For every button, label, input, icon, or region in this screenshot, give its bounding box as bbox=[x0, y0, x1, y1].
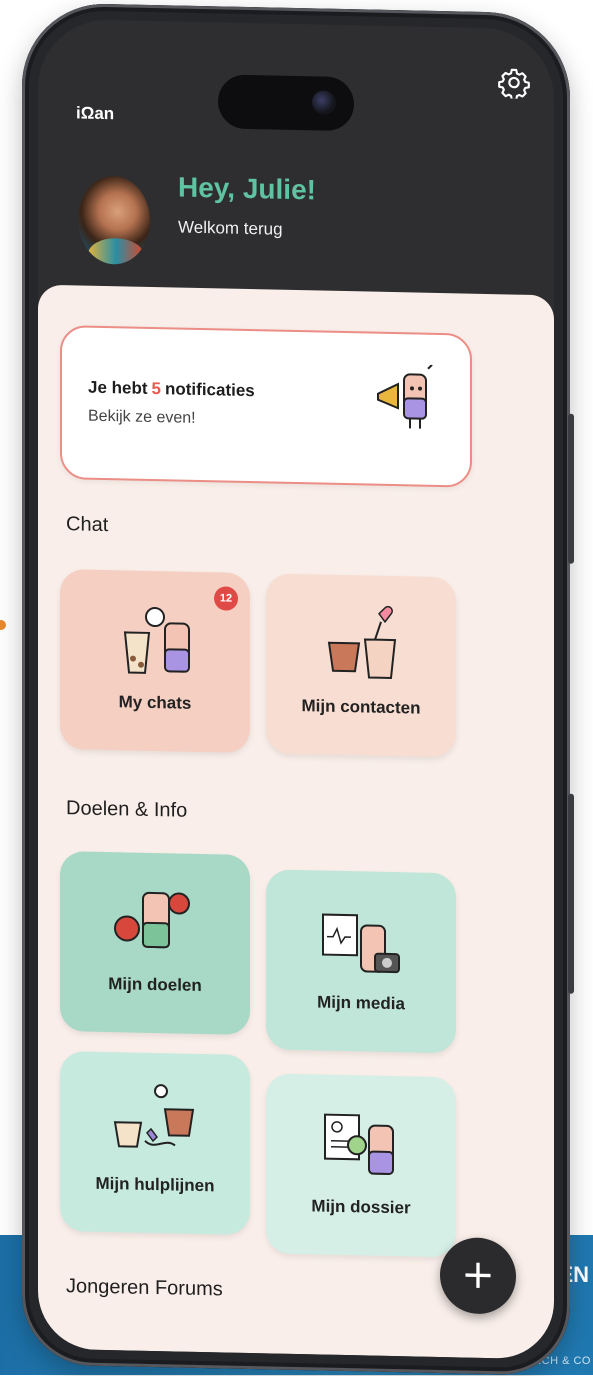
dynamic-island bbox=[218, 74, 354, 131]
greeting-title: Hey, Julie! bbox=[178, 172, 316, 207]
phone-frame: iΩan Hey, Julie! Welkom terug Je hebt5no… bbox=[22, 2, 570, 1375]
unread-badge: 12 bbox=[214, 586, 238, 611]
phone-screen: iΩan Hey, Julie! Welkom terug Je hebt5no… bbox=[38, 19, 554, 1360]
notification-text: Je hebt5notificaties bbox=[88, 378, 255, 401]
section-title-doelen-info: Doelen & Info bbox=[66, 797, 187, 823]
tile-label-mijn-dossier: Mijn dossier bbox=[266, 1195, 456, 1219]
notification-subtext: Bekijk ze even! bbox=[88, 408, 196, 428]
tile-mijn-hulplijnen[interactable]: Mijn hulplijnen bbox=[60, 1051, 250, 1235]
app-logo: iΩan bbox=[76, 103, 114, 124]
section-title-chat: Chat bbox=[66, 513, 108, 537]
side-marker-dot bbox=[0, 620, 6, 630]
tile-my-chats[interactable]: 12 My chats bbox=[60, 569, 250, 753]
side-button bbox=[568, 794, 574, 994]
tile-mijn-contacten[interactable]: Mijn contacten bbox=[266, 573, 456, 757]
chat-mascots-icon bbox=[105, 596, 205, 688]
media-mascot-icon bbox=[311, 896, 411, 988]
tile-mijn-dossier[interactable]: Mijn dossier bbox=[266, 1073, 456, 1257]
avatar[interactable] bbox=[78, 175, 150, 265]
add-button[interactable]: + bbox=[440, 1237, 516, 1315]
notification-suffix: notificaties bbox=[165, 379, 255, 400]
tile-label-my-chats: My chats bbox=[60, 691, 250, 715]
helpline-mascots-icon bbox=[105, 1078, 205, 1170]
tile-mijn-doelen[interactable]: Mijn doelen bbox=[60, 851, 250, 1035]
section-title-jongeren-forums: Jongeren Forums bbox=[66, 1275, 223, 1301]
welcome-subtitle: Welkom terug bbox=[178, 218, 283, 240]
tile-label-mijn-contacten: Mijn contacten bbox=[266, 695, 456, 719]
camera-lens bbox=[312, 90, 336, 115]
tile-label-mijn-hulplijnen: Mijn hulplijnen bbox=[60, 1173, 250, 1197]
boxing-mascot-icon bbox=[105, 878, 205, 970]
tile-label-mijn-media: Mijn media bbox=[266, 991, 456, 1015]
megaphone-mascot-icon bbox=[370, 364, 440, 445]
contacts-mascots-icon bbox=[311, 600, 411, 692]
notification-count: 5 bbox=[152, 379, 161, 398]
tile-mijn-media[interactable]: Mijn media bbox=[266, 869, 456, 1053]
main-content: Je hebt5notificaties Bekijk ze even! Cha… bbox=[38, 285, 554, 1360]
gear-icon[interactable] bbox=[498, 66, 530, 99]
power-button bbox=[568, 414, 574, 564]
dossier-mascot-icon bbox=[311, 1100, 411, 1192]
notification-prefix: Je hebt bbox=[88, 378, 148, 398]
tile-label-mijn-doelen: Mijn doelen bbox=[60, 973, 250, 997]
notification-card[interactable]: Je hebt5notificaties Bekijk ze even! bbox=[60, 325, 472, 488]
